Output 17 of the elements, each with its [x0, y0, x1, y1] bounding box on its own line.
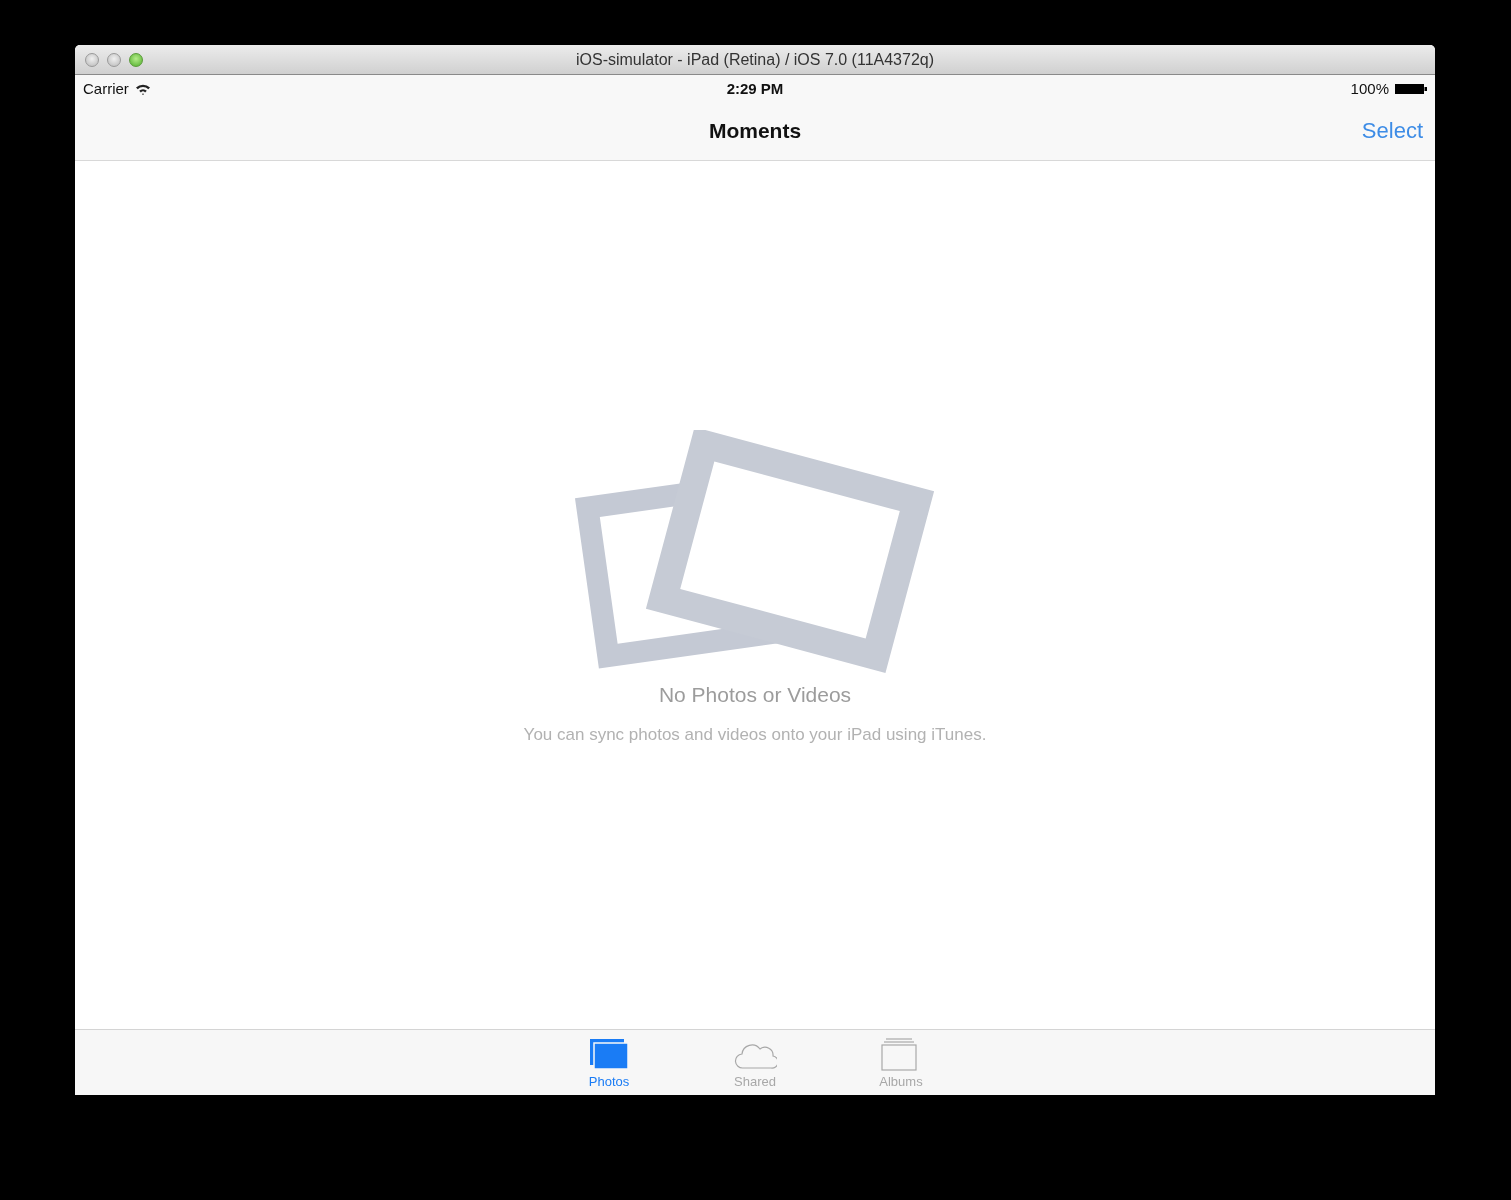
empty-state-message: You can sync photos and videos onto your iPad using iTunes. [523, 725, 987, 745]
battery-icon [1395, 83, 1427, 94]
carrier-label: Carrier [83, 80, 129, 97]
select-button[interactable]: Select [1353, 118, 1423, 144]
tab-item[interactable]: Shared [715, 1036, 795, 1095]
zoom-button[interactable] [129, 52, 143, 67]
stacked-photos-icon [587, 1036, 631, 1072]
minimize-button[interactable] [107, 52, 121, 67]
clock-time: 2:29 PM [726, 80, 784, 97]
tab-item[interactable]: Photos [569, 1036, 649, 1095]
window-title: iOS-simulator - iPad (Retina) / iOS 7.0 (11A4372q) [575, 50, 935, 69]
tab-item[interactable]: Albums [861, 1036, 941, 1095]
wifi-icon [134, 82, 151, 95]
navigation-title: Moments [708, 119, 802, 143]
close-button[interactable] [85, 52, 99, 67]
empty-state-title: No Photos or Videos [658, 683, 852, 707]
battery-percentage: 100% [1350, 80, 1389, 97]
